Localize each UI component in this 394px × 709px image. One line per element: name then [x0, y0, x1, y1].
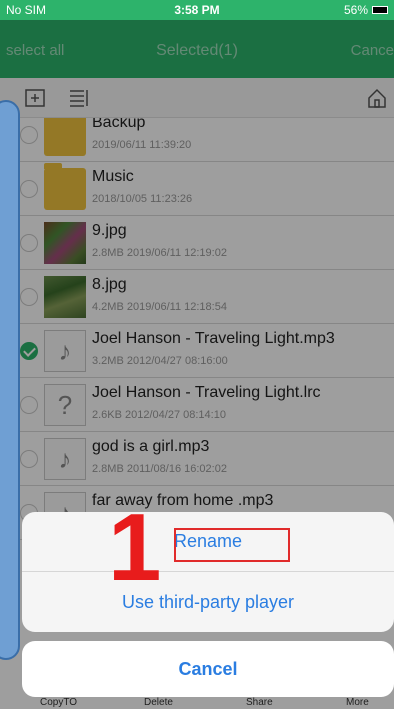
clock: 3:58 PM	[174, 3, 220, 17]
step-number-annotation: 1	[108, 494, 162, 601]
side-panel-overlay	[0, 100, 20, 660]
action-sheet: Rename Use third-party player	[22, 512, 394, 632]
cancel-button[interactable]: Cancel	[22, 641, 394, 697]
battery-indicator: 56%	[344, 3, 388, 17]
battery-icon	[372, 6, 388, 14]
third-party-player-option[interactable]: Use third-party player	[22, 572, 394, 632]
highlight-box	[174, 528, 290, 562]
battery-label: 56%	[343, 3, 368, 17]
status-bar: No SIM 3:58 PM 56%	[0, 0, 394, 20]
cancel-label: Cancel	[178, 658, 238, 679]
